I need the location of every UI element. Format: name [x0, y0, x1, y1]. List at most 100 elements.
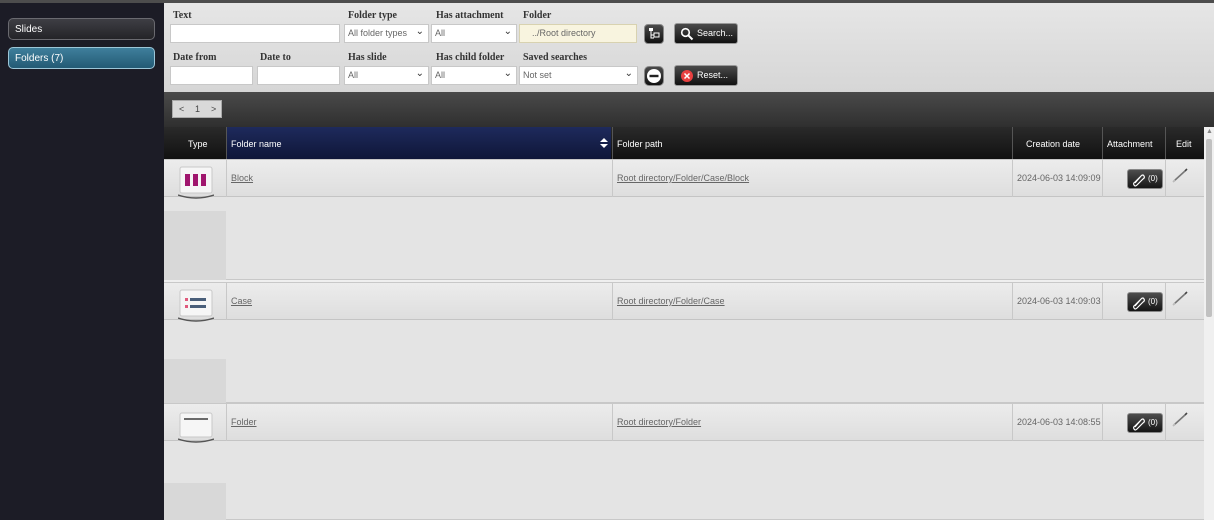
chevron-down-icon: ⌄: [503, 68, 512, 79]
sidebar: Slides Folders (7): [0, 0, 164, 520]
saved-searches-label: Saved searches: [523, 52, 587, 63]
column-header-creation-date[interactable]: Creation date: [1026, 127, 1080, 159]
type-column-cell: [164, 483, 226, 520]
cell-divider: [1165, 159, 1166, 197]
paperclip-icon: [1133, 174, 1145, 187]
cell-divider: [1012, 159, 1013, 197]
folder-name-link[interactable]: Folder: [231, 417, 257, 427]
cell-divider: [1012, 403, 1013, 441]
date-to-label: Date to: [260, 52, 291, 63]
attachment-count: (0): [1148, 174, 1158, 183]
cell-divider: [612, 282, 613, 320]
has-attachment-label: Has attachment: [436, 10, 504, 21]
column-header-type[interactable]: Type: [188, 127, 208, 159]
column-divider: [1012, 127, 1013, 159]
delete-saved-search-button[interactable]: [644, 66, 664, 86]
chevron-down-icon: ⌄: [415, 26, 424, 37]
chevron-down-icon: ⌄: [624, 68, 633, 79]
creation-date: 2024-06-03 14:09:03: [1017, 296, 1101, 306]
grid-header: Type Folder name Folder path Creation da…: [164, 127, 1204, 159]
cell-divider: [226, 282, 227, 320]
cell-divider: [1102, 159, 1103, 197]
pager-bar: < 1 >: [164, 92, 1214, 127]
sidebar-item-folders[interactable]: Folders (7): [8, 47, 155, 69]
column-divider: [1165, 127, 1166, 159]
paperclip-icon: [1133, 297, 1145, 310]
scrollbar-thumb[interactable]: [1206, 139, 1212, 317]
cell-divider: [1012, 282, 1013, 320]
folder-type-select[interactable]: All folder types ⌄: [344, 24, 429, 43]
cell-divider: [1165, 403, 1166, 441]
column-header-folder-name[interactable]: Folder name: [227, 127, 611, 159]
next-page-button[interactable]: >: [211, 104, 216, 114]
date-from-input[interactable]: [170, 66, 253, 85]
type-column-cell: [164, 211, 226, 280]
reset-button[interactable]: Reset...: [674, 65, 738, 86]
text-filter-input[interactable]: [170, 24, 340, 43]
column-header-edit[interactable]: Edit: [1176, 127, 1192, 159]
cell-divider: [1102, 282, 1103, 320]
cell-divider: [226, 159, 227, 197]
chevron-down-icon: ⌄: [503, 26, 512, 37]
table-row: Block Root directory/Folder/Case/Block 2…: [164, 159, 1204, 280]
chevron-down-icon: ⌄: [415, 68, 424, 79]
search-button-label: Search...: [697, 28, 734, 38]
type-column-cell: [164, 359, 226, 403]
attachment-button[interactable]: (0): [1127, 292, 1163, 312]
has-slide-label: Has slide: [348, 52, 387, 63]
folder-icon: [178, 412, 214, 443]
edit-icon[interactable]: [1172, 411, 1190, 429]
cell-divider: [612, 159, 613, 197]
folder-type-label: Folder type: [348, 10, 397, 21]
creation-date: 2024-06-03 14:09:09: [1017, 173, 1101, 183]
reset-button-label: Reset...: [697, 70, 729, 80]
folder-path-link[interactable]: Root directory/Folder/Case/Block: [617, 173, 749, 183]
attachment-button[interactable]: (0): [1127, 413, 1163, 433]
column-divider: [612, 127, 613, 159]
creation-date: 2024-06-03 14:08:55: [1017, 417, 1101, 427]
attachment-button[interactable]: (0): [1127, 169, 1163, 189]
cell-divider: [226, 403, 227, 441]
column-divider: [1102, 127, 1103, 159]
sidebar-item-slides[interactable]: Slides: [8, 18, 155, 40]
text-filter-label: Text: [173, 10, 192, 21]
column-header-folder-path[interactable]: Folder path: [617, 127, 663, 159]
saved-searches-select[interactable]: Not set ⌄: [519, 66, 638, 85]
case-icon: [178, 289, 214, 322]
row-detail: [164, 320, 1204, 403]
page-number[interactable]: 1: [195, 104, 200, 114]
has-attachment-select[interactable]: All ⌄: [431, 24, 517, 43]
date-to-input[interactable]: [257, 66, 340, 85]
has-slide-value: All: [348, 70, 359, 80]
has-child-folder-select[interactable]: All ⌄: [431, 66, 517, 85]
folder-name-link[interactable]: Block: [231, 173, 253, 183]
sort-icon: [600, 138, 608, 148]
folder-path-link[interactable]: Root directory/Folder/Case: [617, 296, 725, 306]
folder-type-value: All folder types: [348, 28, 408, 38]
search-button[interactable]: Search...: [674, 23, 738, 44]
scroll-up-arrow-icon[interactable]: ▲: [1206, 128, 1213, 135]
folder-path-input[interactable]: ../Root directory: [519, 24, 637, 43]
paperclip-icon: [1133, 418, 1145, 431]
edit-icon[interactable]: [1172, 290, 1190, 308]
minus-circle-icon: [647, 69, 661, 83]
table-row: Case Root directory/Folder/Case 2024-06-…: [164, 282, 1204, 403]
folder-name-header-label: Folder name: [231, 139, 282, 149]
date-from-label: Date from: [173, 52, 217, 63]
column-header-attachment[interactable]: Attachment: [1107, 127, 1153, 159]
folder-path-link[interactable]: Root directory/Folder: [617, 417, 701, 427]
table-row: Folder Root directory/Folder 2024-06-03 …: [164, 403, 1204, 520]
search-icon: [680, 27, 694, 41]
row-detail: [164, 197, 1204, 280]
edit-icon[interactable]: [1172, 167, 1190, 185]
has-attachment-value: All: [435, 28, 446, 38]
folder-tree-button[interactable]: [644, 24, 664, 44]
prev-page-button[interactable]: <: [179, 104, 184, 114]
has-slide-select[interactable]: All ⌄: [344, 66, 429, 85]
main-panel: Text Folder type Has attachment Folder A…: [164, 0, 1214, 520]
cell-divider: [1165, 282, 1166, 320]
filter-panel: Text Folder type Has attachment Folder A…: [164, 0, 1214, 92]
folder-name-link[interactable]: Case: [231, 296, 252, 306]
vertical-scrollbar[interactable]: ▲: [1204, 127, 1214, 520]
saved-searches-value: Not set: [523, 70, 552, 80]
